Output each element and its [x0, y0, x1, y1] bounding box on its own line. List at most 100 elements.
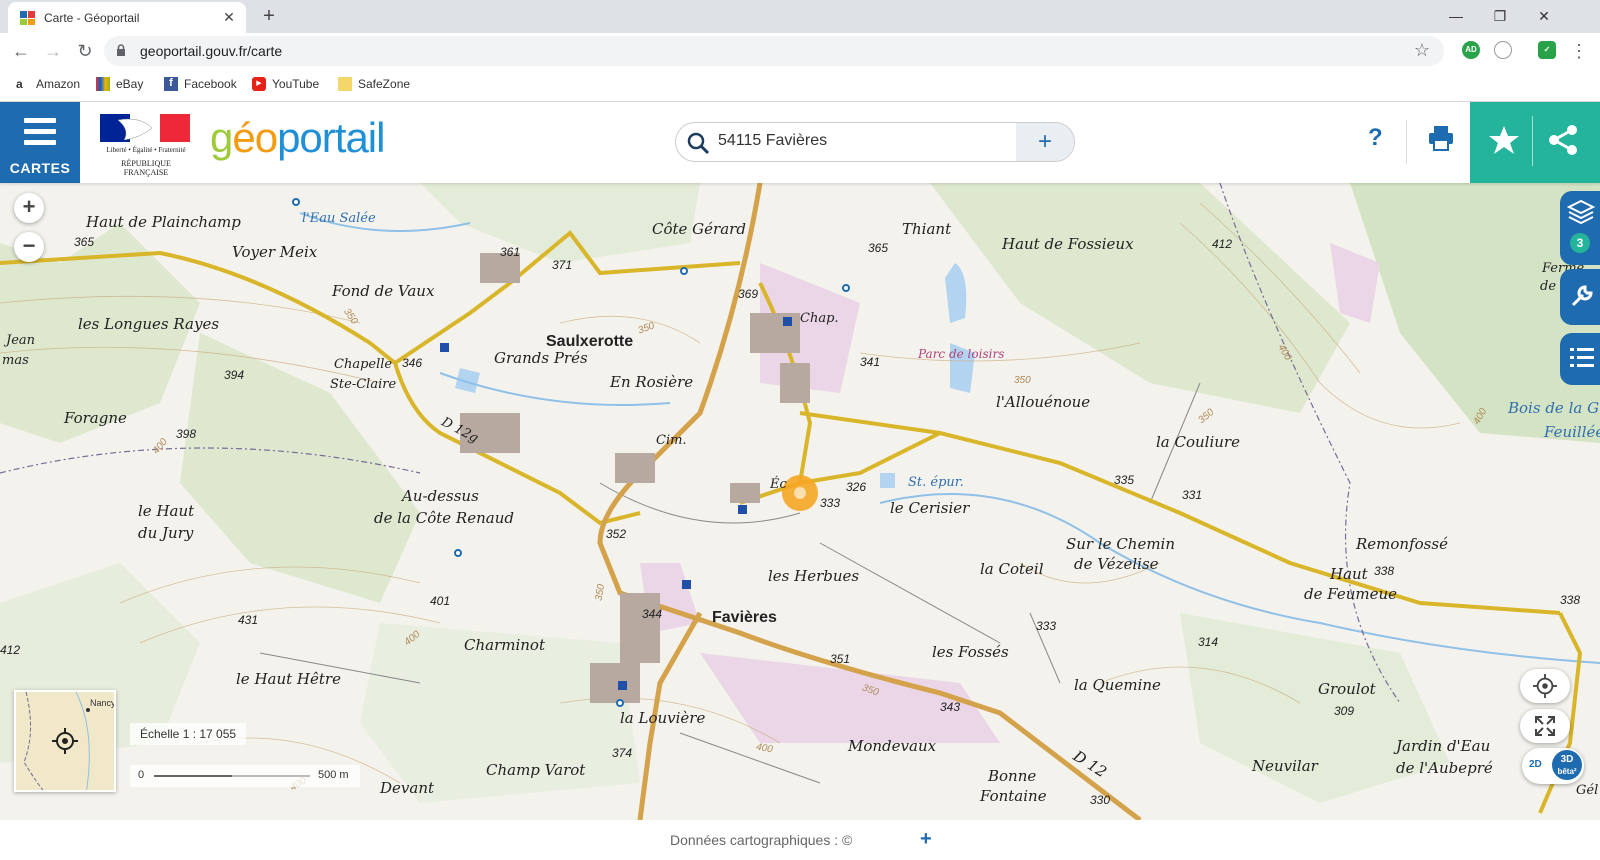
place-label: Devant	[380, 779, 435, 797]
overview-map[interactable]: Nancy	[14, 690, 116, 792]
scale-bar: 0 500 m	[130, 765, 360, 787]
geoportail-logo[interactable]: géoportail	[210, 114, 385, 162]
layers-tab[interactable]: 3	[1560, 191, 1600, 265]
3d-button[interactable]: 3D bêta²	[1552, 750, 1582, 780]
place-label: la Quemine	[1074, 676, 1161, 694]
place-label: Foragne	[64, 409, 127, 427]
altitude-label: 338	[1560, 593, 1581, 607]
back-arrow-icon[interactable]: ←	[8, 38, 34, 64]
altitude-label: 343	[940, 700, 961, 714]
reload-icon[interactable]: ↻	[72, 38, 98, 64]
bookmark-safezone[interactable]: SafeZone	[338, 77, 410, 91]
place-label: Neuvilar	[1252, 757, 1318, 775]
star-favorites-icon[interactable]	[1488, 124, 1520, 156]
place-label: St. épur.	[908, 475, 964, 490]
place-label: le Cerisier	[890, 499, 970, 517]
place-label: Bois de la G	[1508, 399, 1600, 417]
place-label: Favières	[712, 609, 777, 626]
place-label: Charminot	[464, 636, 545, 654]
place-label: Cim.	[656, 433, 687, 448]
place-label: Thiant	[902, 220, 952, 238]
adblock-extension-icon[interactable]: AD	[1462, 41, 1480, 59]
place-label: Groulot	[1318, 680, 1376, 698]
shield-extension-icon[interactable]: ✓	[1538, 41, 1556, 59]
wrench-icon	[1571, 285, 1593, 307]
tab-close-icon[interactable]: ✕	[220, 8, 238, 26]
cartes-menu-button[interactable]: CARTES	[0, 102, 80, 183]
print-icon[interactable]	[1427, 124, 1455, 152]
advanced-search-button[interactable]: +	[1016, 123, 1074, 161]
place-label: Remonfossé	[1356, 535, 1448, 553]
legend-tab[interactable]	[1560, 333, 1600, 385]
search-box: +	[675, 122, 1075, 162]
forward-arrow-icon[interactable]: →	[40, 38, 66, 64]
altitude-label: 398	[176, 427, 197, 441]
place-label: Côte Gérard	[652, 220, 746, 238]
fullscreen-button[interactable]	[1520, 709, 1570, 743]
place-label: Chapelle	[334, 357, 393, 372]
bookmark-ebay[interactable]: eBay	[96, 77, 143, 91]
place-label: la Louvière	[620, 709, 706, 727]
altitude-label: 412	[1212, 237, 1233, 251]
scale-line-segment	[154, 775, 232, 777]
fullscreen-icon	[1535, 716, 1555, 736]
favorites-share-panel	[1470, 102, 1600, 183]
address-bar[interactable]: geoportail.gouv.fr/carte ☆	[104, 36, 1444, 66]
bookmark-star-icon[interactable]: ☆	[1414, 40, 1430, 61]
overview-city-label: Nancy	[90, 698, 116, 708]
drive-extension-icon[interactable]	[1494, 41, 1512, 59]
zoom-in-button[interactable]: +	[14, 193, 44, 223]
search-icon[interactable]	[686, 131, 710, 155]
place-label: l'Eau Salée	[302, 211, 376, 226]
geolocate-button[interactable]	[1520, 669, 1570, 703]
cartes-label: CARTES	[9, 160, 71, 176]
altitude-label: 314	[1198, 635, 1219, 649]
new-tab-button[interactable]: +	[256, 4, 282, 30]
geoportail-favicon-icon	[20, 11, 35, 25]
divider	[1406, 120, 1407, 164]
place-label: de la Côte Renaud	[374, 509, 514, 527]
hamburger-icon	[24, 118, 56, 146]
restore-icon[interactable]: ❐	[1480, 4, 1520, 28]
geoportail-header: CARTES Liberté • Égalité • Fraternité RÉ…	[0, 102, 1600, 183]
altitude-label: 412	[0, 643, 21, 657]
bookmark-youtube[interactable]: ▶ YouTube	[252, 77, 319, 91]
chrome-menu-icon[interactable]: ⋮	[1566, 38, 1592, 64]
altitude-label: 365	[868, 241, 889, 255]
browser-tabstrip: Carte - Géoportail ✕ + — ❐ ✕	[0, 0, 1600, 33]
motto-text: Liberté • Égalité • Fraternité	[106, 146, 186, 154]
altitude-label: 333	[1036, 619, 1057, 633]
place-label: l'Allouénoue	[996, 393, 1091, 411]
altitude-label: 365	[74, 235, 95, 249]
altitude-label: 374	[612, 746, 633, 760]
map-viewer[interactable]: Haut de Plainchamp l'Eau Salée Voyer Mei…	[0, 183, 1600, 820]
place-label: les Longues Rayes	[78, 315, 220, 333]
attribution-expand-button[interactable]: +	[920, 828, 932, 851]
bookmark-amazon[interactable]: a Amazon	[16, 77, 80, 91]
place-label: En Rosière	[610, 373, 694, 391]
facebook-icon: f	[164, 77, 178, 91]
minimize-icon[interactable]: —	[1436, 4, 1476, 28]
altitude-label: 326	[846, 480, 867, 494]
place-label: Haut	[1330, 565, 1368, 583]
tools-tab[interactable]	[1560, 269, 1600, 325]
bookmark-facebook[interactable]: f Facebook	[164, 77, 237, 91]
zoom-out-button[interactable]: −	[14, 232, 44, 262]
place-label: Chap.	[800, 311, 839, 326]
bookmarks-bar: a Amazon eBay f Facebook ▶ YouTube SafeZ…	[0, 68, 1600, 102]
close-window-icon[interactable]: ✕	[1524, 4, 1564, 28]
locate-icon	[1533, 674, 1557, 698]
layers-count-badge: 3	[1570, 233, 1590, 253]
altitude-label: 330	[1090, 793, 1111, 807]
browser-tab[interactable]: Carte - Géoportail ✕	[8, 2, 246, 33]
share-icon[interactable]	[1548, 124, 1578, 156]
altitude-label: 333	[820, 496, 841, 510]
help-button[interactable]: ?	[1368, 124, 1383, 152]
folder-icon	[338, 77, 352, 91]
scale-ratio: Échelle 1 : 17 055	[130, 723, 247, 745]
search-input[interactable]	[718, 132, 1008, 150]
youtube-icon: ▶	[252, 77, 266, 91]
ebay-icon	[96, 77, 110, 91]
place-label: les Herbues	[768, 567, 860, 585]
2d-button[interactable]: 2D	[1529, 759, 1542, 770]
